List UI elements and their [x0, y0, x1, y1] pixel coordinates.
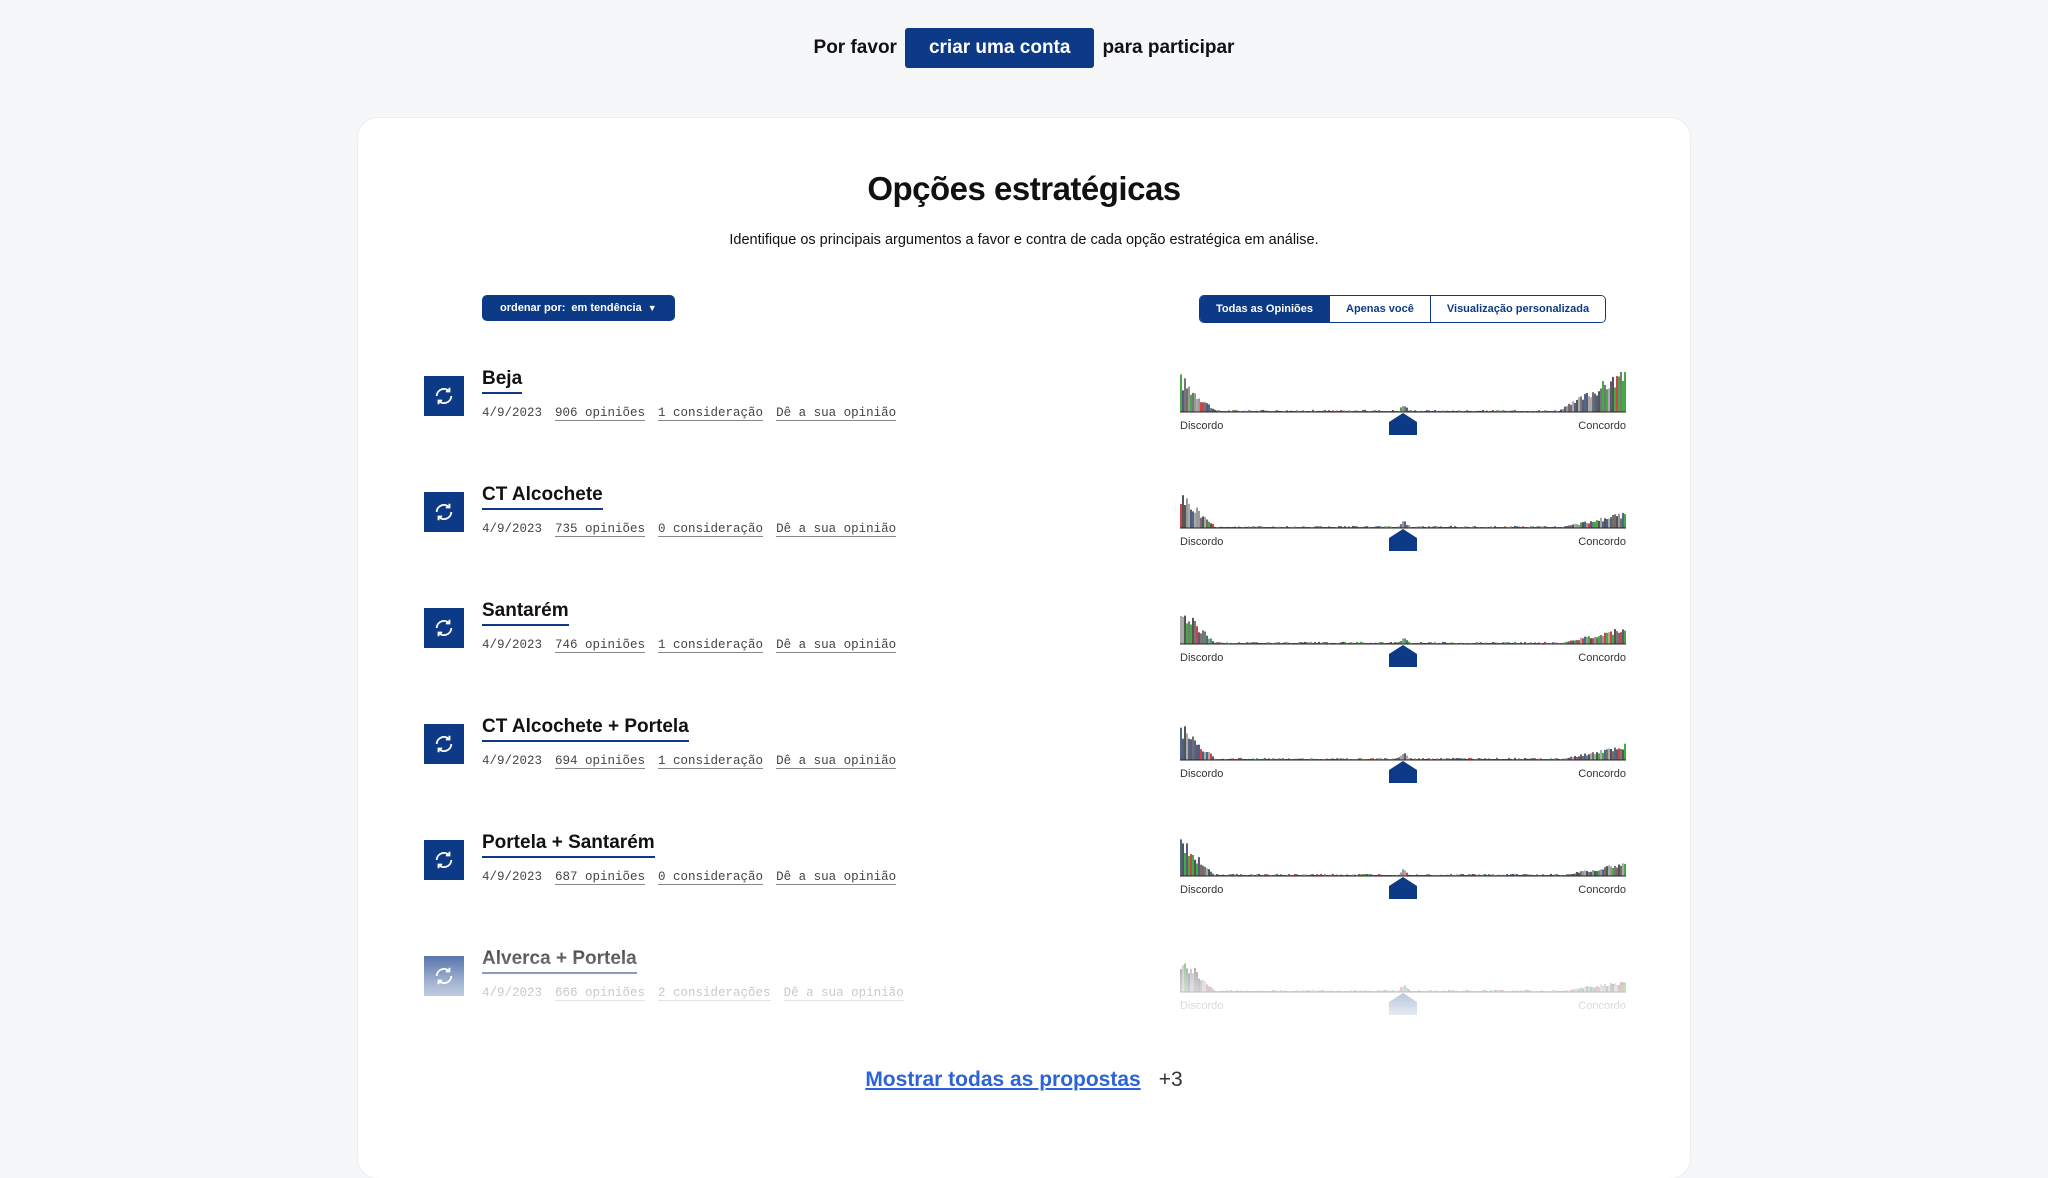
proposal-title[interactable]: CT Alcochete + Portela [482, 716, 689, 742]
toggle-all-opinions[interactable]: Todas as Opiniões [1200, 296, 1329, 322]
disagree-label: Discordo [1180, 1000, 1224, 1012]
disagree-label: Discordo [1180, 420, 1224, 432]
give-opinion-link[interactable]: Dê a sua opinião [776, 870, 897, 885]
considerations-link[interactable]: 2 considerações [658, 986, 771, 1001]
disagree-label: Discordo [1180, 652, 1224, 664]
opinion-histogram: Discordo Concordo [1180, 952, 1626, 1022]
proposal-title[interactable]: Portela + Santarém [482, 832, 655, 858]
section-title: Opções estratégicas [867, 170, 1181, 207]
proposal-meta: 4/9/2023 687 opiniões 0 consideração Dê … [482, 870, 897, 885]
refresh-icon [435, 967, 453, 985]
opinion-histogram: Discordo Concordo [1180, 366, 1626, 442]
agree-label: Concordo [1578, 768, 1626, 780]
opinion-histogram: Discordo Concordo [1180, 836, 1626, 906]
proposal-meta: 4/9/2023 694 opiniões 1 consideração Dê … [482, 754, 897, 769]
disagree-label: Discordo [1180, 768, 1224, 780]
give-opinion-link[interactable]: Dê a sua opinião [776, 638, 897, 653]
opinions-link[interactable]: 746 opiniões [555, 638, 646, 653]
opinions-link[interactable]: 735 opiniões [555, 522, 646, 537]
give-opinion-link[interactable]: Dê a sua opinião [776, 406, 897, 421]
proposal-date: 4/9/2023 [482, 870, 543, 884]
considerations-link[interactable]: 0 consideração [658, 870, 764, 885]
refresh-icon [435, 503, 453, 521]
proposal-meta: 4/9/2023 666 opiniões 2 considerações Dê… [482, 986, 904, 1001]
proposal-meta: 4/9/2023 746 opiniões 1 consideração Dê … [482, 638, 897, 653]
agree-label: Concordo [1578, 420, 1626, 432]
considerations-link[interactable]: 1 consideração [658, 754, 764, 769]
proposal-row: Beja 4/9/2023 906 opiniões 1 consideraçã… [424, 366, 1626, 478]
proposal-date: 4/9/2023 [482, 638, 543, 652]
refresh-icon [435, 851, 453, 869]
signup-banner: Por favor criar uma conta para participa… [0, 28, 2048, 68]
agree-label: Concordo [1578, 884, 1626, 896]
proposal-avatar[interactable] [424, 376, 464, 416]
proposal-row: Portela + Santarém 4/9/2023 687 opiniões… [424, 832, 1626, 942]
refresh-icon [435, 619, 453, 637]
opinions-link[interactable]: 694 opiniões [555, 754, 646, 769]
opinions-link[interactable]: 687 opiniões [555, 870, 646, 885]
house-marker-icon[interactable] [1388, 528, 1418, 552]
signup-suffix: para participar [1102, 37, 1235, 58]
proposal-avatar[interactable] [424, 724, 464, 764]
sort-value: em tendência [571, 302, 642, 314]
proposal-row: CT Alcochete + Portela 4/9/2023 694 opin… [424, 716, 1626, 826]
proposal-title[interactable]: Santarém [482, 600, 569, 626]
caret-down-icon: ▼ [647, 303, 657, 313]
hidden-count: +3 [1158, 1068, 1183, 1091]
create-account-button[interactable]: criar uma conta [904, 28, 1095, 68]
toggle-custom-view[interactable]: Visualização personalizada [1429, 296, 1606, 322]
show-all-row: Mostrar todas as propostas +3 [0, 1068, 2048, 1092]
proposal-date: 4/9/2023 [482, 406, 543, 420]
house-marker-icon[interactable] [1388, 760, 1418, 784]
opinions-link[interactable]: 906 opiniões [555, 406, 646, 421]
toggle-only-you[interactable]: Apenas você [1329, 296, 1430, 322]
opinion-histogram: Discordo Concordo [1180, 488, 1626, 558]
proposal-date: 4/9/2023 [482, 986, 543, 1000]
refresh-icon [435, 387, 453, 405]
proposal-avatar[interactable] [424, 608, 464, 648]
proposal-title[interactable]: Beja [482, 368, 523, 394]
proposal-title[interactable]: Alverca + Portela [482, 948, 637, 974]
view-toggle: Todas as Opiniões Apenas você Visualizaç… [1199, 295, 1607, 323]
considerations-link[interactable]: 0 consideração [658, 522, 764, 537]
agree-label: Concordo [1578, 536, 1626, 548]
proposal-row: CT Alcochete 4/9/2023 735 opiniões 0 con… [424, 484, 1626, 594]
give-opinion-link[interactable]: Dê a sua opinião [776, 522, 897, 537]
sort-prefix: ordenar por: [500, 302, 566, 314]
proposal-row: Santarém 4/9/2023 746 opiniões 1 conside… [424, 600, 1626, 710]
give-opinion-link[interactable]: Dê a sua opinião [783, 986, 904, 1001]
opinion-histogram: Discordo Concordo [1180, 604, 1626, 674]
proposal-date: 4/9/2023 [482, 754, 543, 768]
opinions-link[interactable]: 666 opiniões [555, 986, 646, 1001]
proposal-avatar[interactable] [424, 840, 464, 880]
agree-label: Concordo [1578, 1000, 1626, 1012]
opinion-histogram: Discordo Concordo [1180, 720, 1626, 790]
proposal-row: Alverca + Portela 4/9/2023 666 opiniões … [424, 948, 1626, 1058]
disagree-label: Discordo [1180, 536, 1224, 548]
proposal-avatar[interactable] [424, 956, 464, 996]
proposal-meta: 4/9/2023 906 opiniões 1 consideração Dê … [482, 406, 897, 421]
proposal-meta: 4/9/2023 735 opiniões 0 consideração Dê … [482, 522, 897, 537]
house-marker-icon[interactable] [1388, 412, 1418, 436]
agree-label: Concordo [1578, 652, 1626, 664]
house-marker-icon[interactable] [1388, 876, 1418, 900]
show-all-link[interactable]: Mostrar todas as propostas [865, 1068, 1140, 1092]
signup-prefix: Por favor [813, 37, 897, 58]
house-marker-icon[interactable] [1388, 992, 1418, 1016]
proposal-title[interactable]: CT Alcochete [482, 484, 603, 510]
considerations-link[interactable]: 1 consideração [658, 406, 764, 421]
house-marker-icon[interactable] [1388, 644, 1418, 668]
give-opinion-link[interactable]: Dê a sua opinião [776, 754, 897, 769]
section-subtitle: Identifique os principais argumentos a f… [729, 232, 1319, 248]
proposal-date: 4/9/2023 [482, 522, 543, 536]
disagree-label: Discordo [1180, 884, 1224, 896]
proposal-avatar[interactable] [424, 492, 464, 532]
sort-dropdown[interactable]: ordenar por: em tendência ▼ [482, 295, 675, 321]
refresh-icon [435, 735, 453, 753]
considerations-link[interactable]: 1 consideração [658, 638, 764, 653]
